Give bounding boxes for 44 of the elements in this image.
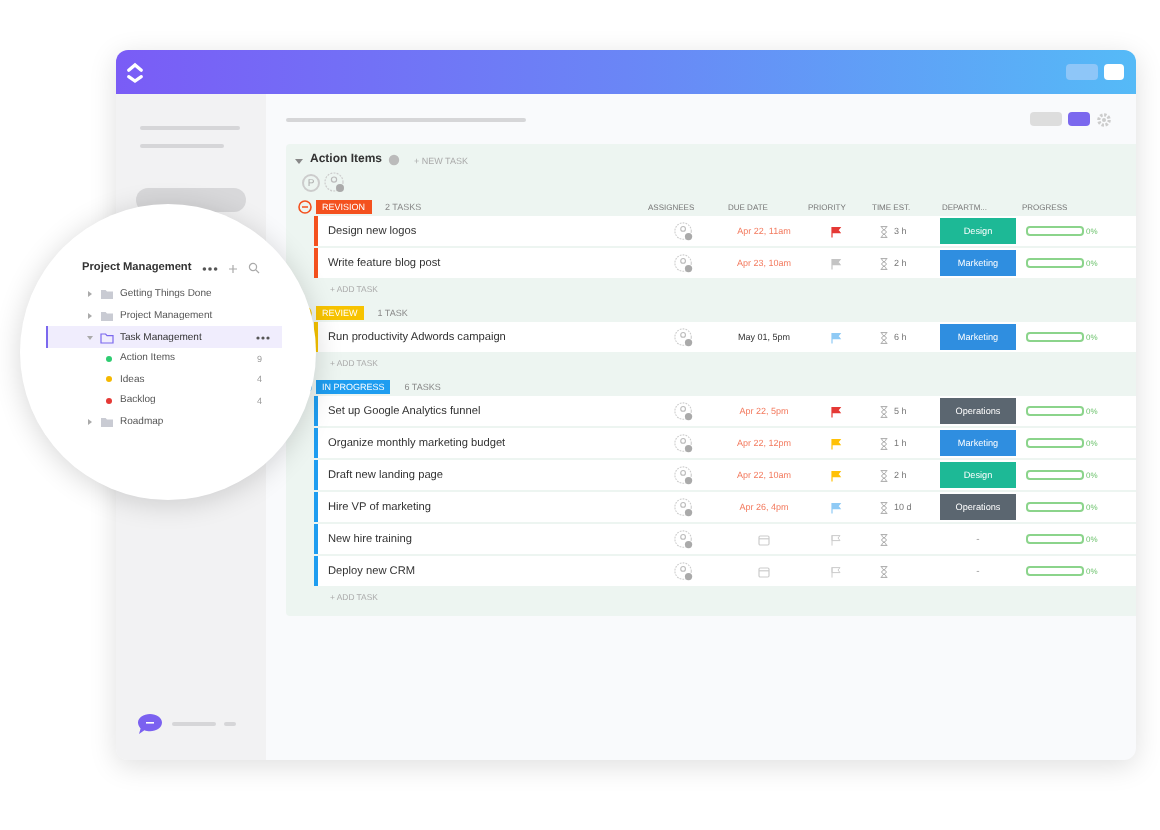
assignee-icon[interactable] <box>674 465 694 485</box>
toolbar-button[interactable] <box>1030 112 1062 126</box>
plus-icon[interactable] <box>227 263 238 273</box>
more-icon[interactable] <box>201 265 218 271</box>
flag-icon[interactable] <box>830 225 842 237</box>
flag-icon[interactable] <box>830 501 842 513</box>
status-icon[interactable] <box>298 199 312 213</box>
caret-icon[interactable] <box>86 333 94 341</box>
toolbar-button[interactable] <box>1068 112 1090 126</box>
hourglass-icon[interactable] <box>880 533 888 545</box>
calendar-icon[interactable] <box>758 533 770 545</box>
assignee-icon[interactable] <box>674 433 694 453</box>
caret-icon[interactable] <box>86 289 94 297</box>
caret-icon[interactable] <box>86 311 94 319</box>
info-icon[interactable] <box>388 154 401 166</box>
hourglass-icon[interactable] <box>880 565 888 577</box>
assignee-icon[interactable] <box>674 561 694 581</box>
hourglass-icon[interactable] <box>880 501 888 513</box>
logo-icon <box>126 61 144 83</box>
hourglass-icon[interactable] <box>880 331 888 343</box>
flag-icon[interactable] <box>830 257 842 269</box>
assignee-icon[interactable] <box>324 172 346 194</box>
hourglass-icon[interactable] <box>880 437 888 449</box>
flag-icon[interactable] <box>830 331 842 343</box>
folder-icon <box>100 416 114 428</box>
caret-icon[interactable] <box>294 155 304 165</box>
toolbar-button[interactable] <box>1066 64 1098 80</box>
settings-icon[interactable] <box>1096 111 1112 127</box>
caret-icon[interactable] <box>86 418 94 426</box>
assignee-icon[interactable] <box>674 253 694 273</box>
assignee-icon[interactable] <box>674 221 694 241</box>
hourglass-icon[interactable] <box>880 469 888 481</box>
hourglass-icon[interactable] <box>880 257 888 269</box>
assignee-icon[interactable] <box>674 401 694 421</box>
assignee-icon[interactable] <box>674 497 694 517</box>
assignee-icon[interactable] <box>674 327 694 347</box>
assignee-icon[interactable] <box>674 529 694 549</box>
search-icon[interactable] <box>247 262 260 274</box>
chat-icon[interactable] <box>136 712 164 736</box>
hourglass-icon[interactable] <box>880 405 888 417</box>
toolbar-button[interactable] <box>1104 64 1124 80</box>
flag-icon[interactable] <box>830 405 842 417</box>
calendar-icon[interactable] <box>758 565 770 577</box>
hourglass-icon[interactable] <box>880 225 888 237</box>
